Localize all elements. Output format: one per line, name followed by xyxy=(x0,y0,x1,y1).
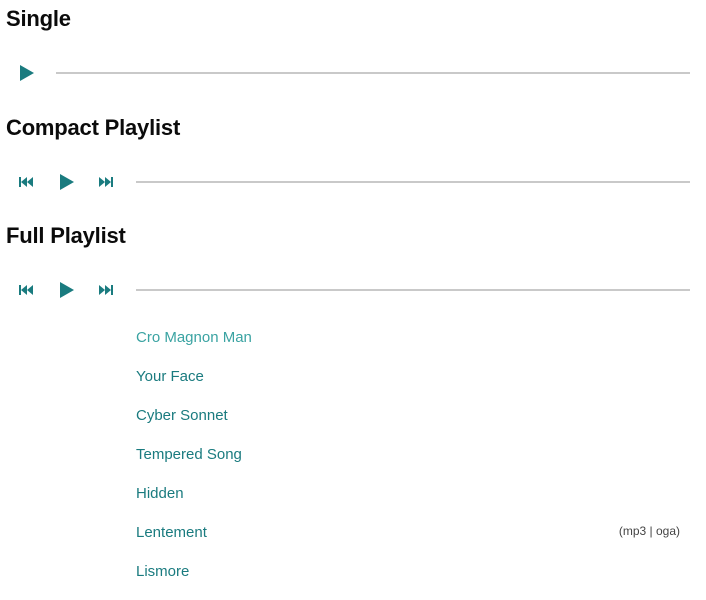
previous-track-button[interactable] xyxy=(16,278,36,302)
compact-playlist-player xyxy=(0,170,706,194)
single-player xyxy=(0,61,706,85)
playlist-song-link[interactable]: Lentement xyxy=(136,524,207,541)
full-playlist-player xyxy=(0,278,706,302)
next-track-button[interactable] xyxy=(96,278,116,302)
download-formats: (mp3 | oga) xyxy=(619,520,680,542)
section-title-compact-playlist: Compact Playlist xyxy=(6,115,181,140)
playlist-song-link[interactable]: Cro Magnon Man xyxy=(136,329,252,346)
seek-bar[interactable] xyxy=(56,72,690,74)
playlist-item: Hidden xyxy=(136,483,686,522)
previous-track-button[interactable] xyxy=(16,170,36,194)
play-button[interactable] xyxy=(14,61,38,85)
download-oga-link[interactable]: oga xyxy=(656,524,676,538)
next-track-icon xyxy=(99,285,113,295)
play-button[interactable] xyxy=(54,170,78,194)
download-mp3-link[interactable]: mp3 xyxy=(623,524,646,538)
seek-bar[interactable] xyxy=(136,181,690,183)
seek-bar[interactable] xyxy=(136,289,690,291)
playlist-item: Cro Magnon Man xyxy=(136,327,686,366)
next-track-icon xyxy=(99,177,113,187)
playlist-item: Lismore xyxy=(136,561,686,600)
formats-separator: | xyxy=(646,524,656,538)
playlist-song-link[interactable]: Hidden xyxy=(136,485,184,502)
previous-track-icon xyxy=(19,285,33,295)
previous-track-icon xyxy=(19,177,33,187)
next-track-button[interactable] xyxy=(96,170,116,194)
section-title-full-playlist: Full Playlist xyxy=(6,223,126,248)
playlist-item: Your Face xyxy=(136,366,686,405)
playlist-song-link[interactable]: Cyber Sonnet xyxy=(136,407,228,424)
play-icon xyxy=(60,282,74,298)
play-button[interactable] xyxy=(54,278,78,302)
play-icon xyxy=(20,65,34,81)
playlist: Cro Magnon Man Your Face Cyber Sonnet Te… xyxy=(136,327,686,600)
play-icon xyxy=(60,174,74,190)
playlist-song-link[interactable]: Tempered Song xyxy=(136,446,242,463)
playlist-item: Tempered Song xyxy=(136,444,686,483)
section-title-single: Single xyxy=(6,6,71,31)
playlist-item: Cyber Sonnet xyxy=(136,405,686,444)
playlist-song-link[interactable]: Your Face xyxy=(136,368,204,385)
formats-close-paren: ) xyxy=(676,524,680,538)
playlist-item: Lentement (mp3 | oga) xyxy=(136,522,686,561)
playlist-song-link[interactable]: Lismore xyxy=(136,563,189,580)
